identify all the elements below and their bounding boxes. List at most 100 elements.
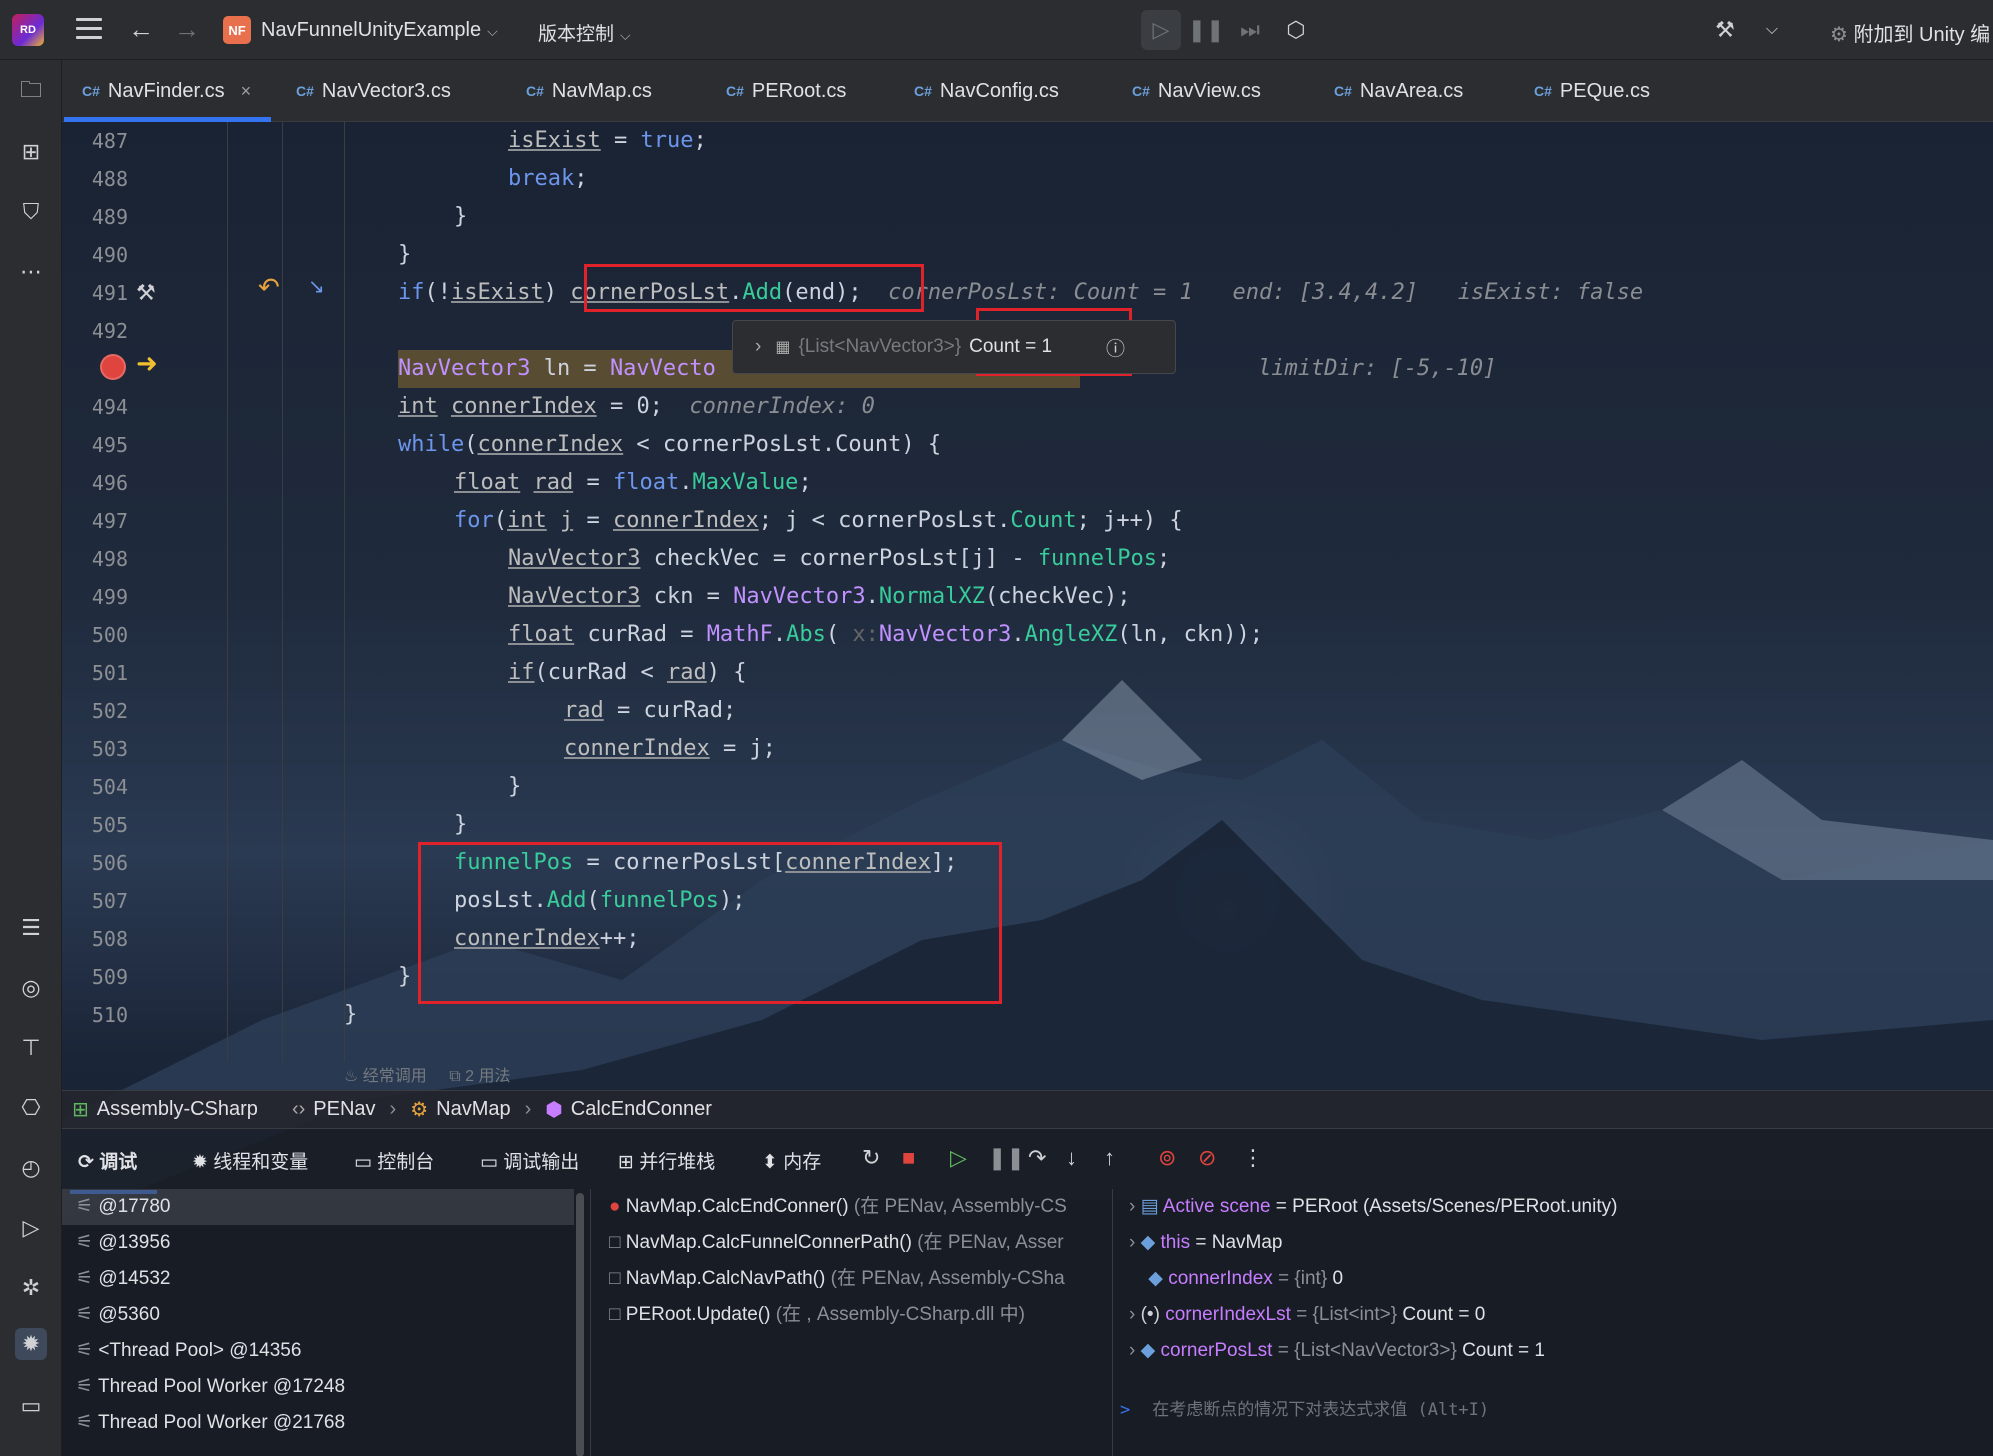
list-item[interactable]: ⚟ Thread Pool Worker @17248	[62, 1369, 574, 1405]
frame-method: NavMap.CalcFunnelConnerPath()	[625, 1232, 912, 1253]
list-item[interactable]: ⚟ @17780	[62, 1189, 574, 1225]
pause-icon[interactable]: ❚❚	[1186, 10, 1226, 50]
step-over-icon[interactable]: ↷	[1028, 1145, 1046, 1171]
expand-chevron-icon[interactable]: ›	[1129, 1232, 1135, 1253]
list-item[interactable]: ⚟ @13956	[62, 1225, 574, 1261]
tab-navfinder[interactable]: C# NavFinder.cs ×	[63, 60, 272, 122]
tab-peroot[interactable]: C# PERoot.cs	[726, 60, 846, 122]
stack-frame[interactable]: □ PERoot.Update() (在 , Assembly-CSharp.d…	[609, 1297, 1025, 1333]
resume-icon[interactable]: ▷	[950, 1145, 967, 1171]
run-tool-icon[interactable]: ▷	[15, 1212, 47, 1244]
breadcrumb-item[interactable]: PENav	[313, 1098, 375, 1121]
tab-memory[interactable]: ⬍ 内存	[762, 1147, 821, 1174]
unity-logo-icon[interactable]: ✲	[15, 1272, 47, 1304]
tab-navarea[interactable]: C# NavArea.cs	[1334, 60, 1463, 122]
forward-arrow-icon[interactable]: →	[174, 14, 200, 45]
project-selector[interactable]: NavFunnelUnityExample ⌵	[261, 19, 498, 42]
tab-console[interactable]: ▭ 控制台	[354, 1147, 434, 1174]
code-editor[interactable]: 487 488 489 490 491 492 494 495 496 497 …	[62, 122, 1993, 1090]
code-vision-hints[interactable]: ♨ 经常调用 ⧉ 2 用法	[344, 1062, 511, 1086]
list-item[interactable]: ⚟ <Thread Pool> @14356	[62, 1333, 574, 1369]
tab-label: NavConfig.cs	[939, 79, 1059, 102]
stack-frame[interactable]: □ NavMap.CalcFunnelConnerPath() (在 PENav…	[609, 1225, 1064, 1261]
chevron-down-icon[interactable]: ⌵	[1752, 10, 1792, 50]
breadcrumb-item[interactable]: NavMap	[436, 1098, 510, 1121]
step-end-icon[interactable]: ⏭	[1230, 10, 1270, 50]
build-icon[interactable]: ⊤	[15, 1032, 47, 1064]
frame-location: (在 PENav, Asser	[911, 1232, 1064, 1253]
thread-label: <Thread Pool> @14356	[98, 1340, 302, 1361]
list-icon[interactable]: ☰	[15, 912, 47, 944]
services-icon[interactable]: ◎	[15, 972, 47, 1004]
stack-frame[interactable]: □ NavMap.CalcNavPath() (在 PENav, Assembl…	[609, 1261, 1065, 1297]
tab-parallel-stacks[interactable]: ⊞ 并行堆栈	[618, 1147, 715, 1174]
vcs-menu[interactable]: 版本控制 ⌵	[538, 19, 631, 46]
main-menu-icon[interactable]	[76, 18, 102, 40]
build-hammer-icon[interactable]: ⚒	[1705, 10, 1745, 50]
step-out-icon[interactable]: ↑	[1104, 1145, 1115, 1171]
rerun-icon[interactable]: ↻	[862, 1145, 880, 1171]
unity-explorer-icon[interactable]: ⎔	[15, 1092, 47, 1124]
expand-chevron-icon[interactable]: ›	[755, 336, 761, 358]
tab-navmap[interactable]: C# NavMap.cs	[526, 60, 652, 122]
variable-row[interactable]: ◆ connerIndex = {int} 0	[1129, 1261, 1343, 1297]
profiler-icon[interactable]: ◴	[15, 1152, 47, 1184]
step-into-icon[interactable]: ↶	[258, 272, 280, 303]
tab-threads-variables[interactable]: ✹ 线程和变量	[192, 1147, 308, 1174]
folder-icon[interactable]: 🗀	[15, 76, 47, 108]
pause-icon[interactable]: ❚❚	[988, 1145, 1025, 1171]
project-name: NavFunnelUnityExample	[261, 19, 482, 41]
expand-chevron-icon[interactable]: ›	[1129, 1196, 1135, 1217]
tab-peque[interactable]: C# PEQue.cs	[1534, 60, 1650, 122]
evaluate-expression-input[interactable]: > 在考虑断点的情况下对表达式求值 (Alt+I)	[1120, 1395, 1489, 1420]
terminal-icon[interactable]: ▭	[15, 1390, 47, 1422]
close-icon[interactable]: ×	[241, 81, 252, 102]
more-icon[interactable]: ⋮	[1242, 1145, 1264, 1171]
variable-row[interactable]: › ▤ Active scene = PERoot (Assets/Scenes…	[1129, 1189, 1617, 1225]
frame-icon: □	[609, 1304, 621, 1325]
tab-navvector3[interactable]: C# NavVector3.cs	[296, 60, 451, 122]
csharp-icon: C#	[914, 83, 932, 99]
breadcrumb-item[interactable]: Assembly-CSharp	[97, 1098, 258, 1121]
info-icon[interactable]: ⓘ	[1106, 334, 1125, 361]
run-icon[interactable]: ▷	[1141, 10, 1181, 50]
stop-icon[interactable]: ■	[902, 1145, 915, 1171]
bookmark-icon[interactable]: ⛉	[15, 196, 47, 228]
thread-label: @14532	[98, 1268, 171, 1289]
step-into-icon[interactable]: ↓	[1066, 1145, 1077, 1171]
threads-scrollbar[interactable]	[576, 1193, 584, 1456]
breakpoint-icon[interactable]	[100, 354, 126, 380]
editor-tabs: C# NavFinder.cs × C# NavVector3.cs C# NavMap…	[62, 60, 1993, 122]
code-line-495: while(connerIndex < cornerPosLst.Count) …	[398, 432, 942, 457]
list-item[interactable]: ⚟ @14532	[62, 1261, 574, 1297]
list-item[interactable]: ⚟ @5360	[62, 1297, 574, 1333]
expand-chevron-icon[interactable]: ›	[1129, 1340, 1135, 1361]
debug-value-tooltip[interactable]: › ▦ {List<NavVector3>} Count = 1 ⓘ	[732, 320, 1176, 374]
hammer-icon[interactable]: ⚒	[136, 280, 156, 306]
tab-navconfig[interactable]: C# NavConfig.cs	[914, 60, 1059, 122]
list-item[interactable]: ⚟ Thread Pool Worker @21768	[62, 1405, 574, 1441]
structure-icon[interactable]: ⊞	[15, 136, 47, 168]
tab-debug-output[interactable]: ▭ 调试输出	[480, 1147, 579, 1174]
back-arrow-icon[interactable]: ←	[128, 14, 154, 45]
csharp-icon: C#	[1132, 83, 1150, 99]
view-breakpoints-icon[interactable]: ⊚	[1158, 1145, 1176, 1171]
variable-row[interactable]: › (•) cornerIndexLst = {List<int>} Count…	[1129, 1297, 1485, 1333]
tab-debug[interactable]: ⟳ 调试	[69, 1147, 158, 1194]
expand-chevron-icon[interactable]: ›	[1129, 1304, 1135, 1325]
variable-row[interactable]: › ◆ this = NavMap	[1129, 1225, 1283, 1261]
unity-icon[interactable]: ⬡	[1276, 10, 1316, 50]
breadcrumb-item[interactable]: CalcEndConner	[571, 1098, 712, 1121]
debug-tabs: ⟳ 调试 ✹ 线程和变量 ▭ 控制台 ▭ 调试输出 ⊞ 并行堆栈 ⬍ 内存 ↻ …	[62, 1129, 1993, 1194]
debug-bug-icon[interactable]: ✹	[15, 1328, 47, 1360]
field-icon: ◆	[1148, 1268, 1163, 1289]
variable-row[interactable]: › ◆ cornerPosLst = {List<NavVector3>} Co…	[1129, 1333, 1545, 1369]
more-icon[interactable]: ⋯	[15, 256, 47, 288]
run-to-cursor-icon[interactable]: ↘	[308, 274, 325, 299]
tab-navview[interactable]: C# NavView.cs	[1132, 60, 1261, 122]
attach-to-unity-button[interactable]: ⚙ 附加到 Unity 编	[1830, 18, 1990, 47]
rider-logo[interactable]: RD	[12, 14, 44, 46]
mute-breakpoints-icon[interactable]: ⊘	[1198, 1145, 1216, 1171]
stack-frame[interactable]: ● NavMap.CalcEndConner() (在 PENav, Assem…	[609, 1189, 1067, 1225]
prompt-icon: >	[1120, 1400, 1131, 1420]
